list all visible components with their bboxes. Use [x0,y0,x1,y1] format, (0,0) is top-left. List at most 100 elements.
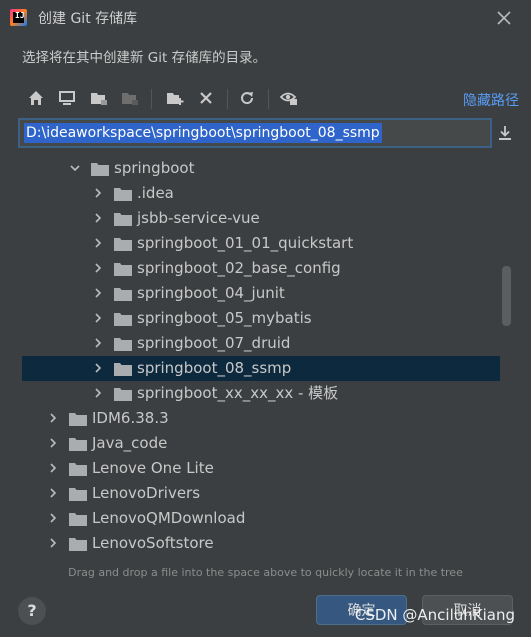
chevron-right-icon[interactable] [48,513,58,523]
folder-icon [91,163,109,176]
chevron-right-icon[interactable] [93,338,103,348]
chevron-right-icon[interactable] [93,238,103,248]
path-input-value[interactable]: D:\ideaworkspace\springboot\springboot_0… [24,123,382,143]
chevron-right-icon[interactable] [48,438,58,448]
project-folder-icon [91,93,107,105]
tree-row-label: IDM6.38.3 [92,409,169,427]
drag-drop-hint: Drag and drop a file into the space abov… [68,566,463,579]
tree-row-label: springboot_07_druid [137,334,291,352]
hide-path-link[interactable]: 隐藏路径 [463,90,519,110]
tree-row[interactable]: LenovoQMDownload [22,506,500,531]
tree-row-label: LenovoSoftstore [92,534,214,552]
project-button[interactable] [87,86,111,110]
tree-row-label: springboot_01_01_quickstart [137,234,354,252]
tree-row[interactable]: LenovoSoftstore [22,531,500,556]
title-bar: IJ 创建 Git 存储库 [0,0,531,36]
tree-scrollbar[interactable] [502,266,511,326]
delete-icon [200,92,212,104]
tree-row[interactable]: Lenove One Lite [22,456,500,481]
file-tree[interactable]: springboot .idea jsbb-service-vue springboo… [22,152,518,562]
chevron-right-icon[interactable] [48,413,58,423]
chevron-right-icon[interactable] [93,388,103,398]
tree-row-label: springboot_02_base_config [137,259,341,277]
toolbar-separator [151,89,152,109]
toolbar-separator [227,89,228,109]
tree-row[interactable]: jsbb-service-vue [22,206,500,231]
tree-row-label: springboot_xx_xx_xx - 模板 [137,384,339,402]
tree-row[interactable]: springboot_08_ssmp [22,356,500,381]
chevron-down-icon[interactable] [70,163,80,173]
folder-icon [114,338,132,351]
tree-row-label: springboot_05_mybatis [137,309,312,327]
folder-icon [69,463,87,476]
help-button[interactable]: ? [18,597,46,625]
home-button[interactable] [24,86,48,110]
delete-button[interactable] [194,86,218,110]
chevron-right-icon[interactable] [48,488,58,498]
tree-row[interactable]: .idea [22,181,500,206]
tree-row[interactable]: springboot_07_druid [22,331,500,356]
home-icon [29,91,43,105]
chevron-right-icon[interactable] [93,213,103,223]
tree-row-label: LenovoQMDownload [92,509,246,527]
tree-row-label: springboot [114,159,195,177]
folder-icon [114,313,132,326]
tree-row[interactable]: IDM6.38.3 [22,406,500,431]
folder-icon [114,263,132,276]
chevron-right-icon[interactable] [93,313,103,323]
chevron-right-icon[interactable] [93,263,103,273]
path-field[interactable]: D:\ideaworkspace\springboot\springboot_0… [18,118,492,148]
toolbar-separator [268,89,269,109]
chevron-right-icon[interactable] [93,288,103,298]
desktop-icon [59,91,75,105]
intellij-logo-icon: IJ [10,9,27,26]
tree-row[interactable]: springboot_01_01_quickstart [22,231,500,256]
tree-row-label: .idea [137,184,174,202]
folder-icon [114,188,132,201]
tree-row[interactable]: springboot_02_base_config [22,256,500,281]
tree-row-label: springboot_04_junit [137,284,285,302]
tree-row-label: Lenove One Lite [92,459,214,477]
tree-row-label: springboot_08_ssmp [137,359,292,377]
module-folder-icon [122,93,138,105]
tree-row[interactable]: springboot [22,156,500,181]
tree-row[interactable]: springboot_04_junit [22,281,500,306]
chevron-right-icon[interactable] [93,188,103,198]
folder-icon [69,488,87,501]
folder-icon [114,288,132,301]
tree-row[interactable]: LenovoDrivers [22,481,500,506]
refresh-icon [241,92,254,105]
download-button[interactable] [496,124,516,144]
dialog-description: 选择将在其中创建新 Git 存储库的目录。 [22,50,267,66]
tree-row[interactable]: springboot_xx_xx_xx - 模板 [22,381,500,406]
watermark: CSDN @AnciluhKiang [354,606,515,624]
tree-row-label: LenovoDrivers [92,484,201,502]
folder-icon [114,388,132,401]
download-icon [499,126,511,140]
show-hidden-icon [280,92,297,105]
tree-row[interactable]: Java_code [22,431,500,456]
chevron-right-icon[interactable] [48,463,58,473]
tree-row[interactable]: springboot_05_mybatis [22,306,500,331]
toolbar [22,84,518,114]
window-title: 创建 Git 存储库 [38,11,138,27]
tree-row-label: Java_code [92,434,168,452]
show-hidden-button[interactable] [277,86,301,110]
desktop-button[interactable] [55,86,79,110]
chevron-right-icon[interactable] [93,363,103,373]
refresh-button[interactable] [235,86,259,110]
tree-row-label: jsbb-service-vue [137,209,260,227]
module-button[interactable] [118,86,142,110]
close-button[interactable] [493,7,515,29]
folder-icon [114,213,132,226]
folder-icon [69,513,87,526]
chevron-right-icon[interactable] [48,538,58,548]
folder-icon [114,363,132,376]
folder-icon [69,438,87,451]
close-icon [497,11,511,25]
folder-icon [69,413,87,426]
new-folder-icon [167,93,184,105]
folder-icon [114,238,132,251]
new-folder-button[interactable] [163,86,187,110]
folder-icon [69,538,87,551]
